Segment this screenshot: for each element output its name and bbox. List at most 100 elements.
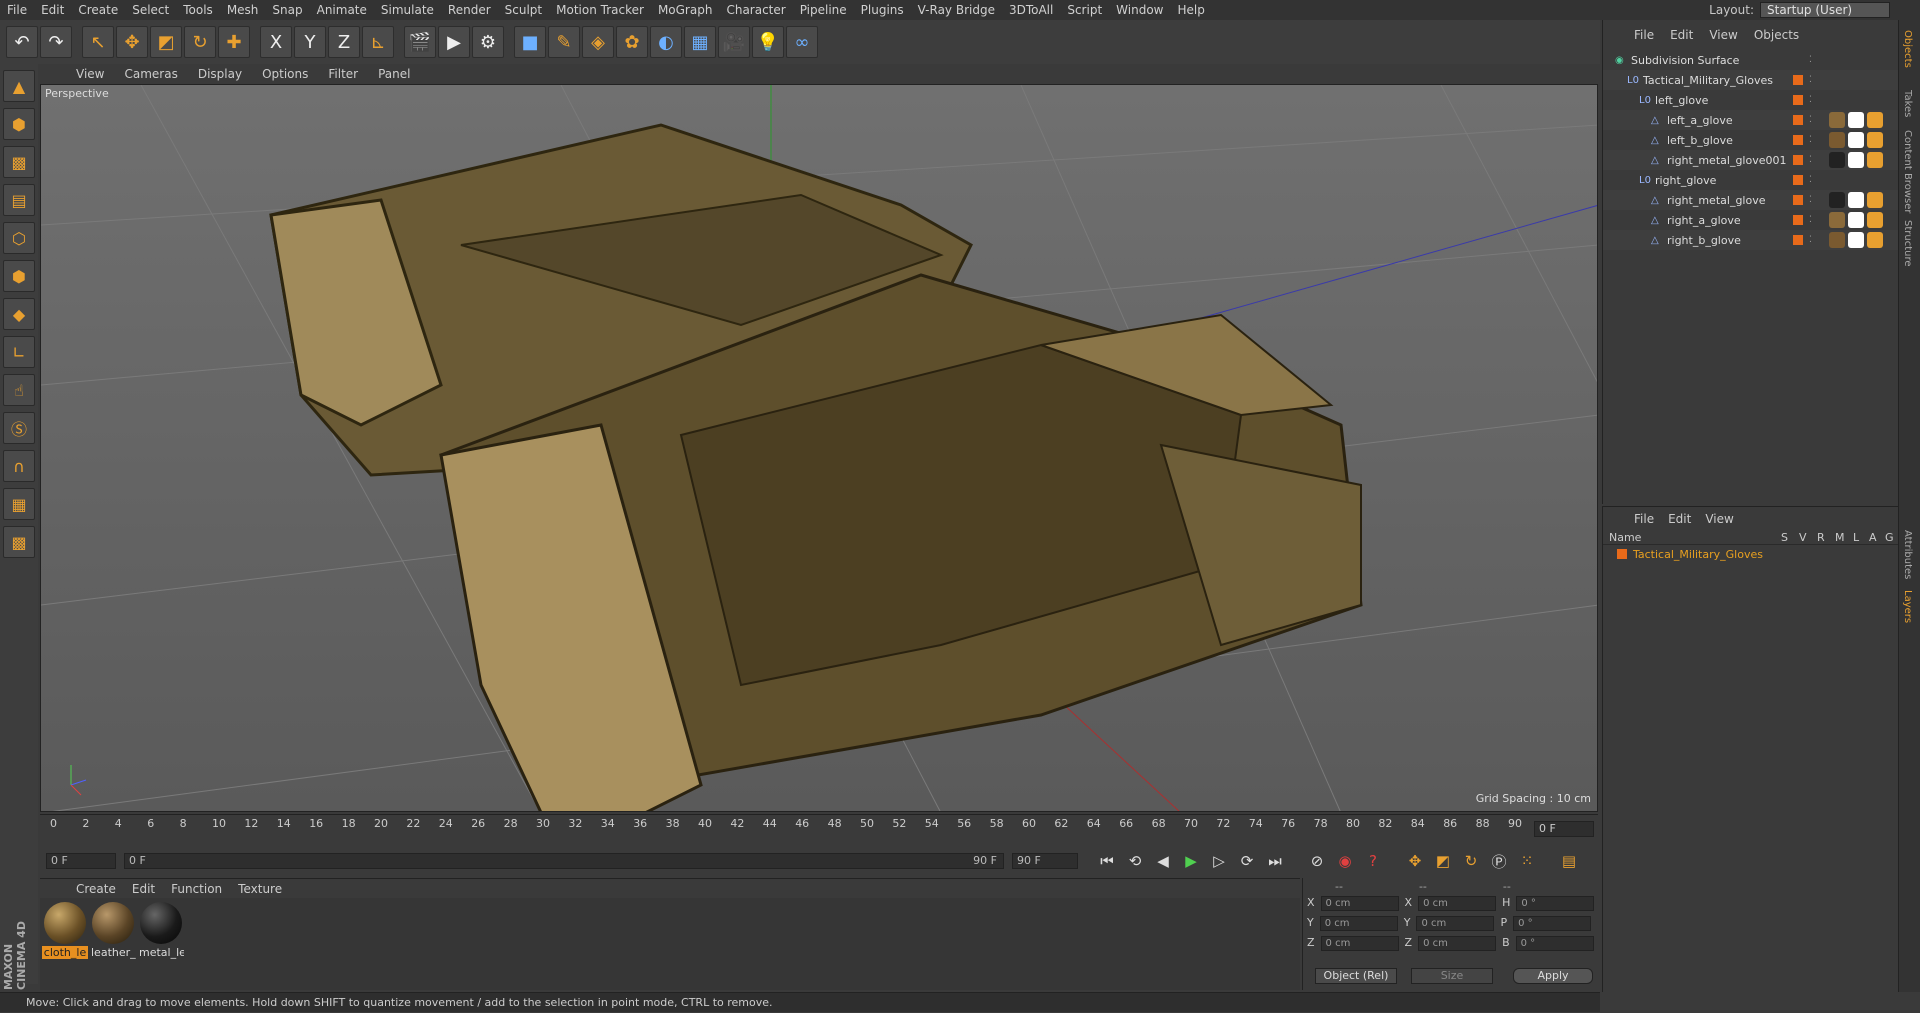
visibility-dots[interactable]: ⁚: [1809, 175, 1812, 185]
menu-item-character[interactable]: Character: [719, 0, 792, 20]
visibility-dots[interactable]: ⁚: [1809, 135, 1812, 145]
material-menu-function[interactable]: Function: [163, 882, 230, 896]
tab-takes[interactable]: Takes: [1902, 90, 1913, 117]
coord-field[interactable]: 0 cm: [1418, 896, 1497, 911]
object-row[interactable]: △ left_a_glove ⁚: [1603, 110, 1899, 130]
object-row[interactable]: L0 Tactical_Military_Gloves ⁚: [1603, 70, 1899, 90]
viewport-menu-filter[interactable]: Filter: [318, 67, 368, 81]
material-tag-icon[interactable]: [1829, 132, 1845, 148]
material-tag-icon[interactable]: [1829, 232, 1845, 248]
magnet-icon[interactable]: ∩: [3, 450, 35, 482]
pen-icon[interactable]: ✎: [548, 26, 580, 58]
material-tag-icon[interactable]: [1829, 152, 1845, 168]
material-tag-icon[interactable]: [1867, 232, 1883, 248]
layout-dropdown[interactable]: Startup (User): [1760, 2, 1890, 18]
workplane-icon[interactable]: ▤: [3, 184, 35, 216]
viewport-menu-options[interactable]: Options: [252, 67, 318, 81]
timeline-layout-icon[interactable]: ▤: [1556, 848, 1582, 874]
array-icon[interactable]: ✿: [616, 26, 648, 58]
coord-field[interactable]: 0 °: [1513, 916, 1592, 931]
object-row[interactable]: △ right_b_glove ⁚: [1603, 230, 1899, 250]
z-axis-button[interactable]: Z: [328, 26, 360, 58]
material-tag-icon[interactable]: [1848, 132, 1864, 148]
coord-field[interactable]: 0 °: [1515, 936, 1594, 951]
material-tag-icon[interactable]: [1848, 152, 1864, 168]
menu-item-3dtoall[interactable]: 3DToAll: [1002, 0, 1060, 20]
material-menu-create[interactable]: Create: [68, 882, 124, 896]
render-picture-viewer-icon[interactable]: ▶: [438, 26, 470, 58]
size-mode-dropdown[interactable]: Size: [1411, 968, 1493, 984]
menu-item-plugins[interactable]: Plugins: [854, 0, 911, 20]
previous-frame-icon[interactable]: ◀: [1150, 848, 1176, 874]
menu-item-script[interactable]: Script: [1060, 0, 1109, 20]
visibility-dots[interactable]: ⁚: [1809, 235, 1812, 245]
coord-field[interactable]: 0 cm: [1319, 916, 1398, 931]
tab-attributes[interactable]: Attributes: [1902, 530, 1913, 579]
tab-layers[interactable]: Layers: [1902, 590, 1913, 623]
menu-item-animate[interactable]: Animate: [310, 0, 374, 20]
deformer-icon[interactable]: ◐: [650, 26, 682, 58]
tab-structure[interactable]: Structure: [1902, 220, 1913, 267]
go-to-end-icon[interactable]: ⏭: [1262, 848, 1288, 874]
object-menu-edit[interactable]: Edit: [1663, 28, 1700, 42]
material-tag-icon[interactable]: [1848, 232, 1864, 248]
visibility-dots[interactable]: ⁚: [1809, 115, 1812, 125]
cube-icon[interactable]: ■: [514, 26, 546, 58]
coord-field[interactable]: 0 cm: [1416, 916, 1495, 931]
material-tag-icon[interactable]: [1867, 112, 1883, 128]
menu-item-window[interactable]: Window: [1109, 0, 1170, 20]
frame-range-slider[interactable]: 0 F 90 F: [124, 853, 1004, 869]
points-mode-icon[interactable]: ⬡: [3, 222, 35, 254]
menu-item-file[interactable]: File: [0, 0, 34, 20]
x-axis-button[interactable]: X: [260, 26, 292, 58]
object-row[interactable]: △ right_a_glove ⁚: [1603, 210, 1899, 230]
menu-item-edit[interactable]: Edit: [34, 0, 71, 20]
object-row[interactable]: △ left_b_glove ⁚: [1603, 130, 1899, 150]
start-frame-field[interactable]: 0 F: [46, 853, 116, 869]
next-frame-icon[interactable]: ▷: [1206, 848, 1232, 874]
redo-icon[interactable]: ↷: [40, 26, 72, 58]
material-tag-icon[interactable]: [1848, 192, 1864, 208]
viewport-menu-panel[interactable]: Panel: [368, 67, 420, 81]
material-menu-edit[interactable]: Edit: [124, 882, 163, 896]
material-tag-icon[interactable]: [1848, 112, 1864, 128]
record-icon[interactable]: ◉: [1332, 848, 1358, 874]
layer-row[interactable]: Tactical_Military_Gloves: [1603, 545, 1898, 563]
menu-item-render[interactable]: Render: [441, 0, 498, 20]
material-tag-icon[interactable]: [1848, 212, 1864, 228]
visibility-dots[interactable]: ⁚: [1809, 155, 1812, 165]
object-menu-file[interactable]: File: [1627, 28, 1661, 42]
autokey-icon[interactable]: ?: [1360, 848, 1386, 874]
scale-icon[interactable]: ◩: [150, 26, 182, 58]
move-icon[interactable]: ✥: [116, 26, 148, 58]
object-row[interactable]: △ right_metal_glove001 ⁚: [1603, 150, 1899, 170]
menu-item-motion-tracker[interactable]: Motion Tracker: [549, 0, 651, 20]
grid-icon[interactable]: ▩: [3, 526, 35, 558]
menu-item-select[interactable]: Select: [125, 0, 176, 20]
visibility-dots[interactable]: ⁚: [1809, 215, 1812, 225]
menu-item-simulate[interactable]: Simulate: [374, 0, 441, 20]
previous-key-icon[interactable]: ⟲: [1122, 848, 1148, 874]
go-to-start-icon[interactable]: ⏮: [1094, 848, 1120, 874]
viewport-3d[interactable]: Perspective Grid Spacing : 10 cm: [40, 84, 1598, 812]
menu-item-help[interactable]: Help: [1170, 0, 1211, 20]
coordinate-mode-dropdown[interactable]: Object (Rel): [1315, 968, 1397, 984]
menu-item-mesh[interactable]: Mesh: [220, 0, 266, 20]
timeline[interactable]: 0 2 4 6 8 10 12 14 16 18 20 22 24 26 28 30 32 34 36 38 40 42 4…: [40, 814, 1598, 844]
key-point-level-icon[interactable]: ⁙: [1514, 848, 1540, 874]
material-tag-icon[interactable]: [1867, 152, 1883, 168]
menu-item-tools[interactable]: Tools: [176, 0, 220, 20]
material-tag-icon[interactable]: [1829, 192, 1845, 208]
coord-field[interactable]: 0 cm: [1418, 936, 1497, 951]
menu-item-create[interactable]: Create: [71, 0, 125, 20]
lock-workplane-icon[interactable]: ▦: [3, 488, 35, 520]
apply-button[interactable]: Apply: [1513, 968, 1593, 984]
play-icon[interactable]: ▶: [1178, 848, 1204, 874]
layer-menu-view[interactable]: View: [1698, 512, 1740, 526]
render-view-icon[interactable]: 🎬: [404, 26, 436, 58]
object-row[interactable]: ◉ Subdivision Surface ⁚: [1603, 50, 1899, 70]
object-row[interactable]: L0 right_glove ⁚: [1603, 170, 1899, 190]
viewport-menu-display[interactable]: Display: [188, 67, 252, 81]
tab-objects[interactable]: Objects: [1902, 30, 1913, 68]
key-position-icon[interactable]: ✥: [1402, 848, 1428, 874]
